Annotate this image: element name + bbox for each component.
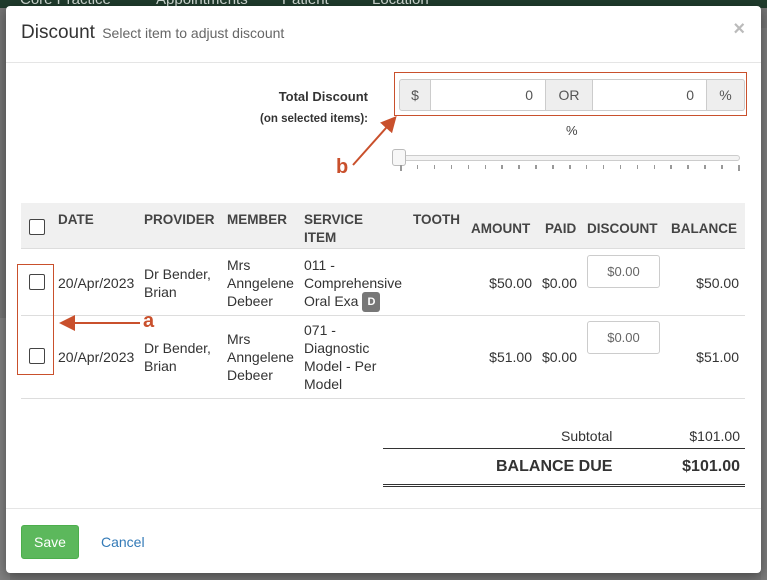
save-button[interactable]: Save — [21, 525, 79, 559]
balance-due-value: $101.00 — [682, 458, 740, 475]
annotation-b: b — [336, 156, 349, 178]
balance-due-row: BALANCE DUE $101.00 — [383, 450, 745, 487]
subtotal-row: Subtotal $101.00 — [383, 425, 745, 449]
cancel-link[interactable]: Cancel — [101, 534, 145, 550]
balance-due-label: BALANCE DUE — [496, 458, 613, 475]
modal-footer: Save Cancel — [6, 508, 761, 573]
arrow-b — [352, 116, 397, 166]
annotation-a: a — [143, 310, 155, 332]
subtotal-label: Subtotal — [561, 428, 613, 444]
annotation-arrows — [59, 116, 397, 331]
discount-modal: Discount Select item to adjust discount … — [6, 6, 761, 573]
subtotal-value: $101.00 — [689, 428, 740, 444]
